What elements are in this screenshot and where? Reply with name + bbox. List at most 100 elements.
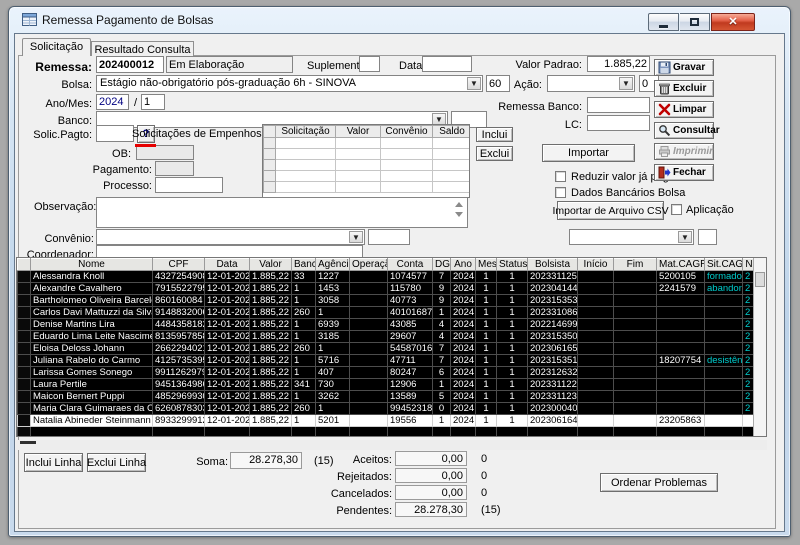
- table-cell[interactable]: [578, 331, 614, 343]
- empenhos-cell[interactable]: [276, 182, 336, 193]
- table-cell[interactable]: 40773: [388, 295, 433, 307]
- table-cell[interactable]: 0: [433, 403, 451, 415]
- table-cell[interactable]: [614, 343, 657, 355]
- column-header[interactable]: Bolsista: [528, 259, 578, 271]
- table-cell[interactable]: 202315353: [528, 295, 578, 307]
- table-cell[interactable]: [705, 391, 743, 403]
- table-cell[interactable]: 47711: [388, 355, 433, 367]
- table-cell[interactable]: 1: [476, 295, 497, 307]
- table-cell[interactable]: 7: [433, 355, 451, 367]
- table-cell[interactable]: [350, 331, 388, 343]
- bolsistas-grid[interactable]: NomeCPFDataValorBancoAgênciaOperaçãoCont…: [16, 257, 767, 437]
- table-row[interactable]: Maicon Bernert Puppi485296993012-01-2024…: [18, 391, 756, 403]
- empenhos-cell[interactable]: [433, 160, 471, 171]
- table-cell[interactable]: 23205863: [657, 415, 705, 427]
- table-cell[interactable]: 1: [497, 415, 528, 427]
- table-cell[interactable]: 54587016: [388, 343, 433, 355]
- empenhos-row[interactable]: [264, 160, 471, 171]
- aux-select[interactable]: ▼: [569, 229, 694, 245]
- table-row[interactable]: Maria Clara Guimaraes da Costa Moura6260…: [18, 403, 756, 415]
- table-cell[interactable]: 5: [433, 391, 451, 403]
- table-cell[interactable]: 9: [433, 295, 451, 307]
- table-cell[interactable]: 1: [292, 331, 316, 343]
- lc-input[interactable]: [587, 115, 650, 131]
- table-cell[interactable]: [578, 271, 614, 283]
- table-cell[interactable]: 43085: [388, 319, 433, 331]
- convenio-extra-input[interactable]: [368, 229, 410, 245]
- valor-padrao-input[interactable]: [587, 56, 650, 72]
- table-cell[interactable]: Alexandre Cavalhero: [31, 283, 153, 295]
- empenhos-cell[interactable]: [264, 160, 276, 171]
- bolsa-select[interactable]: Estágio não-obrigatório pós-graduação 6h…: [96, 75, 483, 92]
- table-cell[interactable]: 202315350: [528, 331, 578, 343]
- table-cell[interactable]: 1: [497, 355, 528, 367]
- table-cell[interactable]: 202331123: [528, 391, 578, 403]
- row-selector[interactable]: [18, 415, 31, 427]
- table-cell[interactable]: 1: [476, 343, 497, 355]
- table-cell[interactable]: [657, 331, 705, 343]
- table-cell[interactable]: [350, 343, 388, 355]
- ordenar-problemas-button[interactable]: Ordenar Problemas: [600, 473, 718, 492]
- empenhos-cell[interactable]: [381, 160, 433, 171]
- table-row-partial[interactable]: [18, 427, 756, 438]
- table-cell[interactable]: abandono: [705, 283, 743, 295]
- column-header[interactable]: Sit.CAGR: [705, 259, 743, 271]
- row-selector[interactable]: [18, 343, 31, 355]
- table-cell[interactable]: Laura Pertile: [31, 379, 153, 391]
- table-cell[interactable]: [578, 295, 614, 307]
- table-cell[interactable]: 8933299912: [153, 415, 205, 427]
- empenhos-cell[interactable]: [433, 182, 471, 193]
- table-cell[interactable]: 4: [433, 331, 451, 343]
- empenhos-cell[interactable]: [276, 138, 336, 149]
- row-selector[interactable]: [18, 367, 31, 379]
- table-cell[interactable]: 1.885,22: [250, 355, 292, 367]
- table-cell[interactable]: 2241579: [657, 283, 705, 295]
- table-cell[interactable]: [705, 295, 743, 307]
- table-cell[interactable]: desistência: [705, 355, 743, 367]
- fechar-button[interactable]: Fechar: [654, 164, 714, 181]
- close-button[interactable]: ✕: [711, 13, 755, 31]
- empenhos-cell[interactable]: [336, 138, 381, 149]
- table-cell[interactable]: 7: [433, 271, 451, 283]
- table-cell[interactable]: Eloisa Deloss Johann: [31, 343, 153, 355]
- table-cell[interactable]: 6: [433, 367, 451, 379]
- table-cell[interactable]: 1: [292, 415, 316, 427]
- column-header[interactable]: Fim: [614, 259, 657, 271]
- table-cell[interactable]: 1453: [316, 283, 350, 295]
- table-cell[interactable]: [614, 307, 657, 319]
- table-cell[interactable]: 1: [497, 367, 528, 379]
- table-cell[interactable]: 202306164: [528, 415, 578, 427]
- table-row[interactable]: Eduardo Lima Leite Nascimento81359578587…: [18, 331, 756, 343]
- table-cell[interactable]: 1.885,22: [250, 367, 292, 379]
- table-cell[interactable]: 2024: [451, 355, 476, 367]
- empenhos-cell[interactable]: [381, 182, 433, 193]
- table-cell[interactable]: 1: [497, 331, 528, 343]
- table-cell[interactable]: 80247: [388, 367, 433, 379]
- empenhos-cell[interactable]: [381, 171, 433, 182]
- column-header[interactable]: Nome: [31, 259, 153, 271]
- column-header[interactable]: Valor: [250, 259, 292, 271]
- inclui-linha-button[interactable]: Inclui Linha: [24, 453, 83, 472]
- table-cell[interactable]: 1074577: [388, 271, 433, 283]
- table-cell[interactable]: [705, 343, 743, 355]
- chevron-down-icon[interactable]: ▼: [678, 231, 692, 243]
- table-cell[interactable]: 1: [497, 307, 528, 319]
- table-cell[interactable]: 1: [476, 367, 497, 379]
- table-cell[interactable]: [614, 379, 657, 391]
- spinner-up-icon[interactable]: [455, 202, 463, 207]
- table-cell[interactable]: 2024: [451, 415, 476, 427]
- table-cell[interactable]: 1: [476, 331, 497, 343]
- table-row[interactable]: Denise Martins Lira4484358182812-01-2024…: [18, 319, 756, 331]
- table-cell[interactable]: 202331122: [528, 379, 578, 391]
- empenhos-cell[interactable]: [433, 149, 471, 160]
- row-selector[interactable]: [18, 319, 31, 331]
- table-cell[interactable]: Maicon Bernert Puppi: [31, 391, 153, 403]
- table-cell[interactable]: 1: [292, 391, 316, 403]
- table-cell[interactable]: 1.885,22: [250, 319, 292, 331]
- table-cell[interactable]: 2024: [451, 403, 476, 415]
- column-header[interactable]: DG: [433, 259, 451, 271]
- table-cell[interactable]: 1: [292, 355, 316, 367]
- table-cell[interactable]: 1: [316, 403, 350, 415]
- empenhos-cell[interactable]: [264, 138, 276, 149]
- convenio-select[interactable]: ▼: [96, 229, 365, 245]
